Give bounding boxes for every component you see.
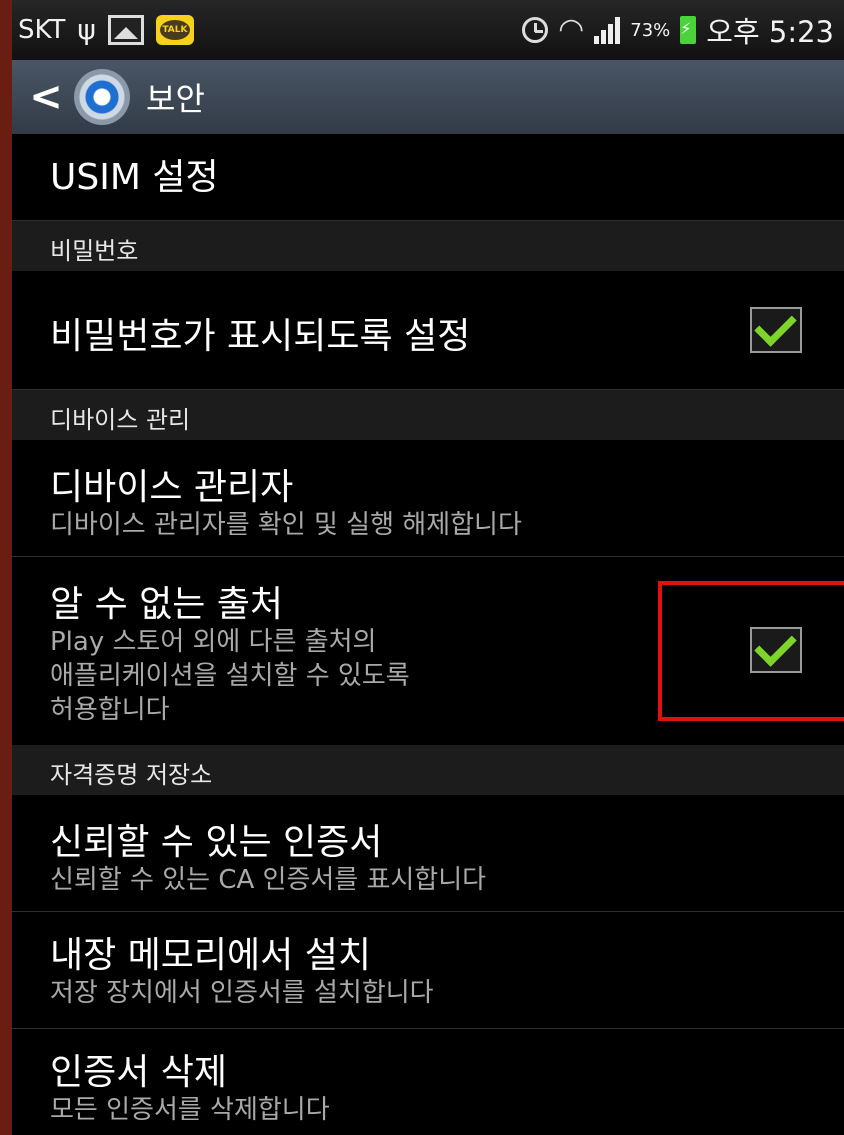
password-header-label: 비밀번호 <box>50 237 139 265</box>
list-item-device-administrators[interactable]: 디바이스 관리자 디바이스 관리자를 확인 및 실행 해제합니다 <box>12 440 844 557</box>
list-item-show-password[interactable]: 비밀번호가 표시되도록 설정 <box>12 271 844 390</box>
highlight-box <box>658 581 844 721</box>
unknown-sources-title: 알 수 없는 출처 <box>50 584 284 625</box>
section-header-credential-storage: 자격증명 저장소 <box>12 745 844 795</box>
clear-credentials-title: 인증서 삭제 <box>50 1052 228 1093</box>
install-from-storage-subtitle: 저장 장치에서 인증서를 설치합니다 <box>50 978 434 1008</box>
page-title: 보안 <box>146 80 205 118</box>
list-item-clear-credentials[interactable]: 인증서 삭제 모든 인증서를 삭제합니다 <box>12 1029 844 1135</box>
action-bar: < 보안 <box>12 60 844 134</box>
alarm-icon <box>522 17 549 43</box>
status-right: ◠ 73% 오후 5:23 <box>522 10 834 50</box>
section-header-device-admin: 디바이스 관리 <box>12 390 844 440</box>
device-admin-subtitle: 디바이스 관리자를 확인 및 실행 해제합니다 <box>50 510 522 540</box>
show-password-title: 비밀번호가 표시되도록 설정 <box>50 316 471 357</box>
signal-icon <box>594 16 621 44</box>
settings-gear-icon[interactable] <box>74 69 130 125</box>
section-header-password: 비밀번호 <box>12 221 844 271</box>
unknown-sources-subtitle-line1: Play 스토어 외에 다른 출처의 <box>50 627 377 657</box>
clock: 오후 5:23 <box>706 15 834 49</box>
usb-icon: ψ <box>77 13 96 46</box>
back-icon[interactable]: < <box>24 60 68 134</box>
list-item-usim-settings[interactable]: USIM 설정 <box>12 134 844 221</box>
list-item-trusted-credentials[interactable]: 신뢰할 수 있는 인증서 신뢰할 수 있는 CA 인증서를 표시합니다 <box>12 795 844 912</box>
phone-screen: SKT ψ TALK ◠ 73% 오후 5:23 < 보안 USIM 설정 비밀… <box>12 0 844 1135</box>
status-bar[interactable]: SKT ψ TALK ◠ 73% 오후 5:23 <box>12 0 844 60</box>
unknown-sources-subtitle-line2: 애플리케이션을 설치할 수 있도록 <box>50 661 410 691</box>
trusted-certs-subtitle: 신뢰할 수 있는 CA 인증서를 표시합니다 <box>50 865 487 895</box>
show-password-checkbox[interactable] <box>750 307 802 353</box>
talk-icon-label: TALK <box>159 20 190 40</box>
unknown-sources-subtitle-line3: 허용합니다 <box>50 695 170 725</box>
install-from-storage-title: 내장 메모리에서 설치 <box>50 935 371 976</box>
credential-header-label: 자격증명 저장소 <box>50 761 213 789</box>
kakaotalk-icon: TALK <box>155 15 194 45</box>
wifi-icon: ◠ <box>558 12 585 47</box>
list-item-unknown-sources[interactable]: 알 수 없는 출처 Play 스토어 외에 다른 출처의 애플리케이션을 설치할… <box>12 557 844 745</box>
clear-credentials-subtitle: 모든 인증서를 삭제합니다 <box>50 1095 330 1125</box>
battery-percent: 73% <box>630 19 671 41</box>
list-item-install-from-storage[interactable]: 내장 메모리에서 설치 저장 장치에서 인증서를 설치합니다 <box>12 912 844 1029</box>
trusted-certs-title: 신뢰할 수 있는 인증서 <box>50 822 383 863</box>
device-header-label: 디바이스 관리 <box>50 406 191 434</box>
device-admin-title: 디바이스 관리자 <box>50 467 294 508</box>
battery-icon <box>680 16 697 44</box>
status-left: SKT ψ TALK <box>18 10 194 50</box>
settings-list: USIM 설정 비밀번호 비밀번호가 표시되도록 설정 디바이스 관리 디바이스… <box>12 134 844 1135</box>
carrier-label: SKT <box>18 15 66 45</box>
gallery-icon <box>107 15 144 45</box>
usim-settings-title: USIM 설정 <box>50 157 219 198</box>
